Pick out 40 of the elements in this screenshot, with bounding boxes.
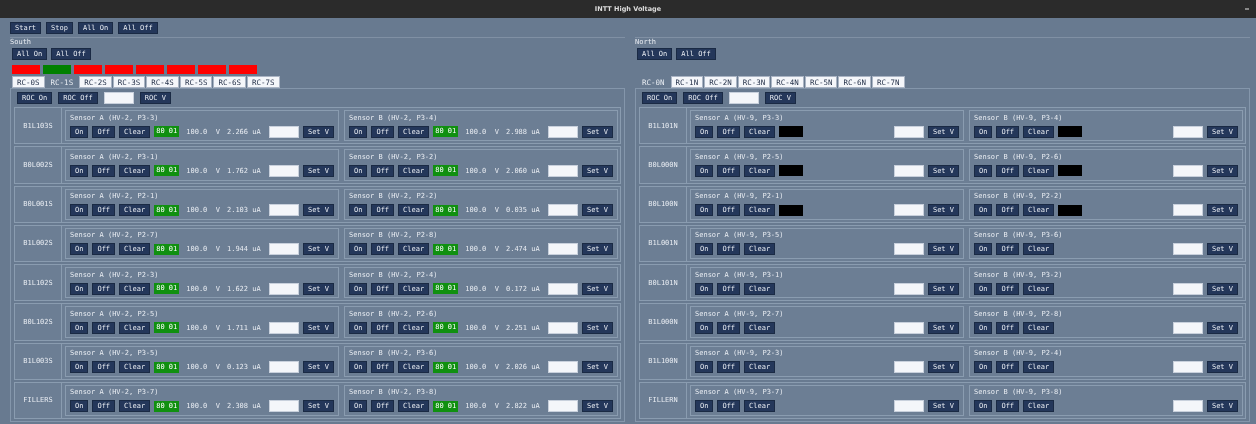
status-box [1058,204,1083,216]
voltage-field[interactable] [547,204,578,217]
voltage-field[interactable] [268,164,299,177]
input-field[interactable] [103,92,134,104]
voltage-field[interactable] [893,204,924,217]
voltage-field[interactable] [1172,361,1203,374]
voltage-field[interactable] [268,125,299,138]
voltage-field[interactable] [268,243,299,256]
voltage-field[interactable] [268,282,299,295]
status-box [779,165,804,177]
voltage-field[interactable] [893,282,924,295]
voltage-field[interactable] [1172,204,1203,217]
voltage-field[interactable] [1172,400,1203,413]
voltage-field[interactable] [893,164,924,177]
voltage-field[interactable] [268,321,299,334]
voltage-field[interactable] [268,361,299,374]
voltage-field[interactable] [547,125,578,138]
status-box [1058,165,1083,177]
voltage-field[interactable] [1172,125,1203,138]
voltage-field[interactable] [547,361,578,374]
voltage-field[interactable] [547,164,578,177]
voltage-field[interactable] [268,400,299,413]
voltage-field[interactable] [893,125,924,138]
voltage-field[interactable] [547,400,578,413]
status-box [779,126,804,138]
voltage-field[interactable] [268,204,299,217]
voltage-field[interactable] [893,361,924,374]
voltage-field[interactable] [1172,321,1203,334]
voltage-field[interactable] [547,282,578,295]
voltage-field[interactable] [1172,282,1203,295]
voltage-field[interactable] [1172,164,1203,177]
status-box [779,204,804,216]
input-field[interactable] [728,92,759,104]
voltage-field[interactable] [1172,243,1203,256]
voltage-field[interactable] [893,321,924,334]
voltage-field[interactable] [893,243,924,256]
voltage-field[interactable] [547,321,578,334]
voltage-field[interactable] [547,243,578,256]
status-box [1058,126,1083,138]
voltage-field[interactable] [893,400,924,413]
